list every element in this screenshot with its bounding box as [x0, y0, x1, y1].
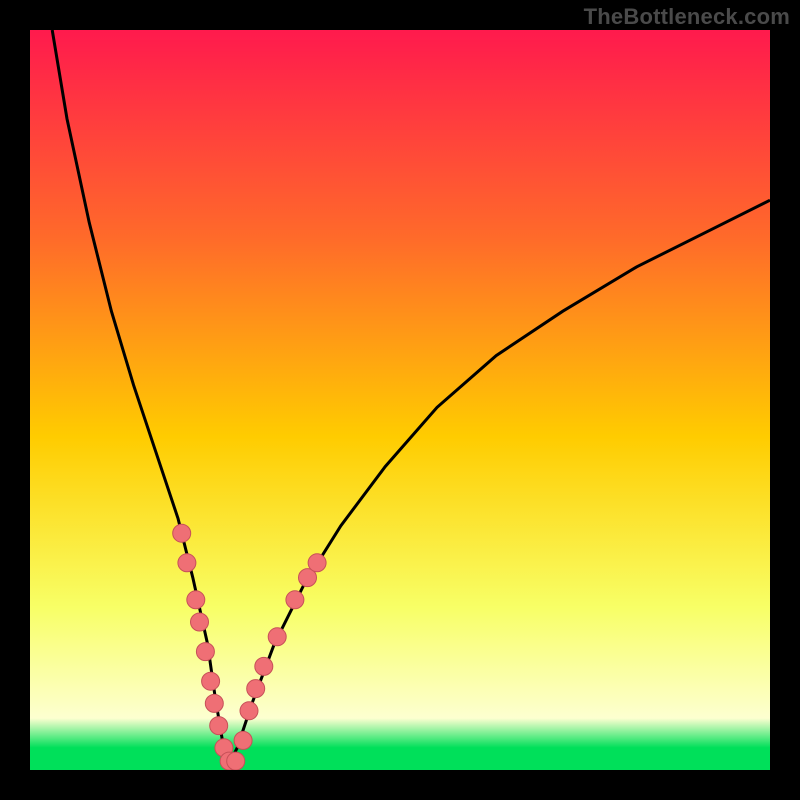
- chart-svg: [30, 30, 770, 770]
- data-point: [196, 643, 214, 661]
- data-point: [187, 591, 205, 609]
- gradient-background: [30, 30, 770, 770]
- data-point: [240, 702, 258, 720]
- data-point: [210, 717, 228, 735]
- data-point: [227, 752, 245, 770]
- data-point: [286, 591, 304, 609]
- data-point: [205, 694, 223, 712]
- data-point: [191, 613, 209, 631]
- plot-area: [30, 30, 770, 770]
- watermark-text: TheBottleneck.com: [584, 4, 790, 30]
- data-point: [178, 554, 196, 572]
- data-point: [247, 680, 265, 698]
- data-point: [255, 657, 273, 675]
- data-point: [268, 628, 286, 646]
- data-point: [202, 672, 220, 690]
- data-point: [308, 554, 326, 572]
- chart-frame: TheBottleneck.com: [0, 0, 800, 800]
- data-point: [173, 524, 191, 542]
- data-point: [234, 731, 252, 749]
